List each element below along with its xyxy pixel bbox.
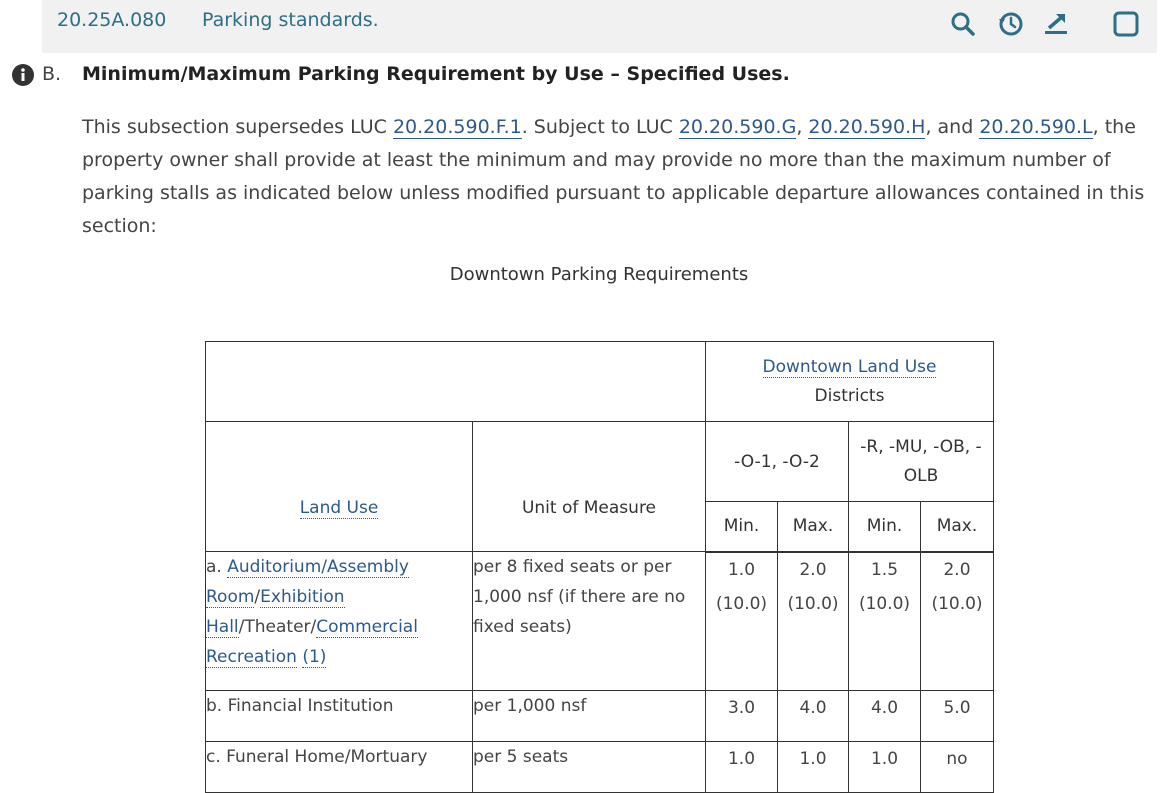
section-title: Parking standards. bbox=[202, 9, 379, 31]
unit-cell: per 5 seats bbox=[472, 741, 706, 793]
table-caption: Downtown Parking Requirements bbox=[449, 264, 749, 285]
value-cell: 2.0 (10.0) bbox=[777, 551, 849, 691]
luc-link-590-h[interactable]: 20.20.590.H bbox=[808, 116, 926, 139]
header-district-r-mu-ob-olb: -R, -MU, -OB, -OLB bbox=[848, 421, 994, 502]
value: 2.0 bbox=[943, 559, 971, 580]
checkbox-icon[interactable] bbox=[1112, 10, 1140, 38]
value-cell: 1.0 bbox=[848, 741, 921, 793]
section-header-bar: 20.25A.080 Parking standards. bbox=[42, 0, 1157, 53]
value-cell: 1.0 bbox=[777, 741, 849, 793]
header-max: Max. bbox=[920, 501, 994, 553]
luc-link-590-g[interactable]: 20.20.590.G bbox=[678, 116, 797, 139]
land-use-cell: a. Auditorium/Assembly Room/Exhibition H… bbox=[205, 551, 473, 691]
table-row: a. Auditorium/Assembly Room/Exhibition H… bbox=[205, 551, 994, 691]
subsection-letter: B. bbox=[42, 63, 62, 85]
value-cell: 2.0 (10.0) bbox=[920, 551, 994, 691]
value-cell: 1.5 (10.0) bbox=[848, 551, 921, 691]
value-cell: 1.0 bbox=[705, 741, 778, 793]
table-row: b. Financial Institution per 1,000 nsf 3… bbox=[205, 690, 994, 742]
header-min: Min. bbox=[705, 501, 778, 553]
subsection-heading: Minimum/Maximum Parking Requirement by U… bbox=[82, 63, 790, 85]
search-icon[interactable] bbox=[949, 10, 977, 38]
value-alt: (10.0) bbox=[858, 593, 911, 614]
land-use-cell: b. Financial Institution bbox=[205, 690, 473, 742]
value: 1.5 bbox=[870, 559, 899, 580]
download-icon[interactable] bbox=[1042, 10, 1070, 38]
header-districts: Downtown Land Use Districts bbox=[705, 341, 994, 422]
land-use-cell: c. Funeral Home/Mortuary bbox=[205, 741, 473, 793]
header-max: Max. bbox=[777, 501, 849, 553]
paragraph-text: , bbox=[796, 116, 809, 138]
footnote-1-link[interactable]: (1) bbox=[302, 647, 327, 668]
header-unit-of-measure: Unit of Measure bbox=[472, 421, 706, 552]
value-cell: no bbox=[920, 741, 994, 793]
luc-link-590-f1[interactable]: 20.20.590.F.1 bbox=[392, 116, 522, 139]
unit-cell: per 8 fixed seats or per 1,000 nsf (if t… bbox=[472, 551, 706, 691]
downtown-land-use-link[interactable]: Downtown Land Use bbox=[762, 356, 937, 378]
header-district-o1-o2: -O-1, -O-2 bbox=[705, 421, 849, 502]
paragraph-text: , and bbox=[925, 116, 980, 138]
value-alt: (10.0) bbox=[787, 593, 839, 614]
paragraph-text: . Subject to LUC bbox=[521, 116, 679, 138]
value-cell: 5.0 bbox=[920, 690, 994, 742]
unit-cell: per 1,000 nsf bbox=[472, 690, 706, 742]
value-alt: (10.0) bbox=[931, 593, 983, 614]
value-cell: 3.0 bbox=[705, 690, 778, 742]
paragraph-text: This subsection supersedes LUC bbox=[82, 116, 393, 138]
section-number: 20.25A.080 bbox=[57, 9, 167, 31]
header-blank-cell bbox=[205, 341, 706, 422]
parking-requirements-table: Downtown Land Use Districts Land Use Uni… bbox=[205, 341, 994, 793]
land-use-link[interactable]: Land Use bbox=[299, 497, 379, 519]
value: 2.0 bbox=[799, 559, 827, 580]
header-min: Min. bbox=[848, 501, 921, 553]
value: 1.0 bbox=[727, 559, 756, 580]
row-prefix: a. bbox=[206, 557, 228, 577]
header-land-use: Land Use bbox=[205, 421, 473, 552]
table-row: c. Funeral Home/Mortuary per 5 seats 1.0… bbox=[205, 741, 994, 793]
history-icon[interactable] bbox=[997, 10, 1025, 38]
value-cell: 4.0 bbox=[777, 690, 849, 742]
value-cell: 4.0 bbox=[848, 690, 921, 742]
separator: /Theater/ bbox=[238, 617, 317, 637]
value-cell: 1.0 (10.0) bbox=[705, 551, 778, 691]
value-alt: (10.0) bbox=[715, 593, 768, 614]
luc-link-590-l[interactable]: 20.20.590.L bbox=[979, 116, 1093, 139]
subsection-paragraph: This subsection supersedes LUC 20.20.590… bbox=[82, 111, 1162, 243]
info-icon[interactable] bbox=[12, 64, 34, 86]
districts-label: Districts bbox=[814, 385, 885, 406]
